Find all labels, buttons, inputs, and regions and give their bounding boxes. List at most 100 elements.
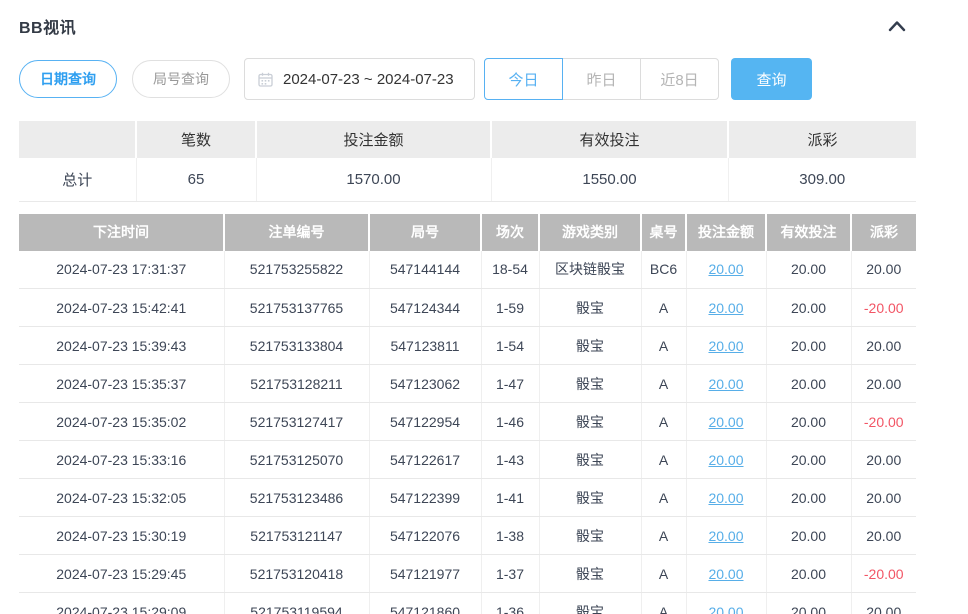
record-cell-bet-id: 521753127417 bbox=[224, 403, 369, 441]
record-row: 2024-07-23 15:42:41521753137765547124344… bbox=[19, 289, 916, 327]
record-cell-table-id: BC6 bbox=[641, 251, 686, 289]
date-range-input[interactable]: 2024-07-23 ~ 2024-07-23 bbox=[244, 58, 475, 100]
record-cell-bet-amount: 20.00 bbox=[686, 555, 766, 593]
bet-amount-link[interactable]: 20.00 bbox=[708, 300, 743, 316]
record-row: 2024-07-23 15:35:02521753127417547122954… bbox=[19, 403, 916, 441]
summary-header-cell: 笔数 bbox=[136, 121, 256, 158]
record-cell-round-id: 547122399 bbox=[369, 479, 481, 517]
record-row: 2024-07-23 15:29:09521753119594547121860… bbox=[19, 593, 916, 614]
record-cell-game-type: 骰宝 bbox=[539, 327, 641, 365]
record-cell-payout: -20.00 bbox=[851, 555, 916, 593]
collapse-panel-button[interactable] bbox=[885, 17, 909, 35]
record-cell-round-id: 547144144 bbox=[369, 251, 481, 289]
record-cell-valid-bet: 20.00 bbox=[766, 327, 851, 365]
record-cell-game-type: 骰宝 bbox=[539, 289, 641, 327]
page-title: BB视讯 bbox=[19, 14, 76, 38]
record-cell-game-type: 骰宝 bbox=[539, 441, 641, 479]
record-cell-payout: -20.00 bbox=[851, 289, 916, 327]
record-cell-table-id: A bbox=[641, 403, 686, 441]
record-cell-payout: 20.00 bbox=[851, 251, 916, 289]
quick-button-yesterday[interactable]: 昨日 bbox=[562, 58, 641, 100]
record-cell-session: 1-59 bbox=[481, 289, 539, 327]
record-cell-bet-time: 2024-07-23 15:32:05 bbox=[19, 479, 224, 517]
record-cell-table-id: A bbox=[641, 365, 686, 403]
record-cell-bet-amount: 20.00 bbox=[686, 403, 766, 441]
bet-amount-link[interactable]: 20.00 bbox=[708, 528, 743, 544]
record-cell-session: 1-38 bbox=[481, 517, 539, 555]
bb-video-panel: BB视讯 日期查询 局号查询 bbox=[0, 0, 968, 614]
quick-range-group: 今日 昨日 近8日 bbox=[484, 58, 719, 100]
summary-header-cell: 派彩 bbox=[728, 121, 916, 158]
record-cell-round-id: 547124344 bbox=[369, 289, 481, 327]
record-cell-session: 1-37 bbox=[481, 555, 539, 593]
record-cell-table-id: A bbox=[641, 289, 686, 327]
bet-amount-link[interactable]: 20.00 bbox=[708, 490, 743, 506]
record-row: 2024-07-23 15:35:37521753128211547123062… bbox=[19, 365, 916, 403]
search-button[interactable]: 查询 bbox=[731, 58, 812, 100]
record-cell-round-id: 547122954 bbox=[369, 403, 481, 441]
record-cell-bet-amount: 20.00 bbox=[686, 441, 766, 479]
bet-amount-link[interactable]: 20.00 bbox=[708, 414, 743, 430]
bet-amount-link[interactable]: 20.00 bbox=[708, 566, 743, 582]
record-cell-game-type: 骰宝 bbox=[539, 593, 641, 614]
record-cell-valid-bet: 20.00 bbox=[766, 517, 851, 555]
bet-amount-link[interactable]: 20.00 bbox=[708, 376, 743, 392]
record-cell-valid-bet: 20.00 bbox=[766, 365, 851, 403]
record-cell-bet-amount: 20.00 bbox=[686, 593, 766, 614]
record-cell-payout: 20.00 bbox=[851, 365, 916, 403]
record-cell-bet-amount: 20.00 bbox=[686, 289, 766, 327]
records-header-cell: 注单编号 bbox=[224, 214, 369, 251]
record-cell-table-id: A bbox=[641, 441, 686, 479]
record-cell-bet-id: 521753125070 bbox=[224, 441, 369, 479]
records-header-cell: 场次 bbox=[481, 214, 539, 251]
summary-total-row: 总计 65 1570.00 1550.00 309.00 bbox=[19, 158, 916, 201]
bet-amount-link[interactable]: 20.00 bbox=[708, 452, 743, 468]
record-cell-table-id: A bbox=[641, 327, 686, 365]
record-row: 2024-07-23 15:29:45521753120418547121977… bbox=[19, 555, 916, 593]
record-row: 2024-07-23 15:30:19521753121147547122076… bbox=[19, 517, 916, 555]
record-cell-session: 1-46 bbox=[481, 403, 539, 441]
mode-button-date-query[interactable]: 日期查询 bbox=[19, 60, 117, 98]
record-cell-bet-id: 521753255822 bbox=[224, 251, 369, 289]
summary-table: 笔数投注金额有效投注派彩 总计 65 1570.00 1550.00 309.0… bbox=[19, 121, 916, 202]
bet-amount-link[interactable]: 20.00 bbox=[708, 261, 743, 277]
bet-amount-link[interactable]: 20.00 bbox=[708, 604, 743, 614]
record-cell-bet-amount: 20.00 bbox=[686, 365, 766, 403]
record-cell-bet-id: 521753133804 bbox=[224, 327, 369, 365]
record-row: 2024-07-23 15:33:16521753125070547122617… bbox=[19, 441, 916, 479]
record-cell-session: 1-47 bbox=[481, 365, 539, 403]
record-cell-valid-bet: 20.00 bbox=[766, 403, 851, 441]
summary-bet-amount: 1570.00 bbox=[256, 158, 491, 201]
records-body: 2024-07-23 17:31:37521753255822547144144… bbox=[19, 251, 916, 614]
record-cell-round-id: 547123062 bbox=[369, 365, 481, 403]
record-cell-bet-amount: 20.00 bbox=[686, 327, 766, 365]
record-cell-session: 1-36 bbox=[481, 593, 539, 614]
records-header-cell: 投注金额 bbox=[686, 214, 766, 251]
record-cell-payout: 20.00 bbox=[851, 441, 916, 479]
quick-button-today[interactable]: 今日 bbox=[484, 58, 563, 100]
summary-header-row: 笔数投注金额有效投注派彩 bbox=[19, 121, 916, 158]
date-range-value: 2024-07-23 ~ 2024-07-23 bbox=[283, 71, 454, 88]
mode-button-round-query[interactable]: 局号查询 bbox=[132, 60, 230, 98]
records-header-cell: 有效投注 bbox=[766, 214, 851, 251]
bet-amount-link[interactable]: 20.00 bbox=[708, 338, 743, 354]
record-cell-bet-time: 2024-07-23 15:35:02 bbox=[19, 403, 224, 441]
record-row: 2024-07-23 15:39:43521753133804547123811… bbox=[19, 327, 916, 365]
record-cell-valid-bet: 20.00 bbox=[766, 441, 851, 479]
record-cell-bet-time: 2024-07-23 15:42:41 bbox=[19, 289, 224, 327]
summary-total-label: 总计 bbox=[19, 158, 136, 201]
record-row: 2024-07-23 17:31:37521753255822547144144… bbox=[19, 251, 916, 289]
record-cell-bet-id: 521753121147 bbox=[224, 517, 369, 555]
record-cell-game-type: 区块链骰宝 bbox=[539, 251, 641, 289]
record-cell-bet-time: 2024-07-23 15:29:09 bbox=[19, 593, 224, 614]
record-cell-game-type: 骰宝 bbox=[539, 555, 641, 593]
quick-button-last-8-days[interactable]: 近8日 bbox=[640, 58, 719, 100]
chevron-up-icon bbox=[887, 21, 907, 36]
record-cell-table-id: A bbox=[641, 593, 686, 614]
record-cell-payout: 20.00 bbox=[851, 593, 916, 614]
record-cell-bet-time: 2024-07-23 15:39:43 bbox=[19, 327, 224, 365]
record-cell-bet-time: 2024-07-23 15:35:37 bbox=[19, 365, 224, 403]
record-cell-bet-id: 521753123486 bbox=[224, 479, 369, 517]
record-cell-bet-time: 2024-07-23 15:29:45 bbox=[19, 555, 224, 593]
record-cell-table-id: A bbox=[641, 555, 686, 593]
